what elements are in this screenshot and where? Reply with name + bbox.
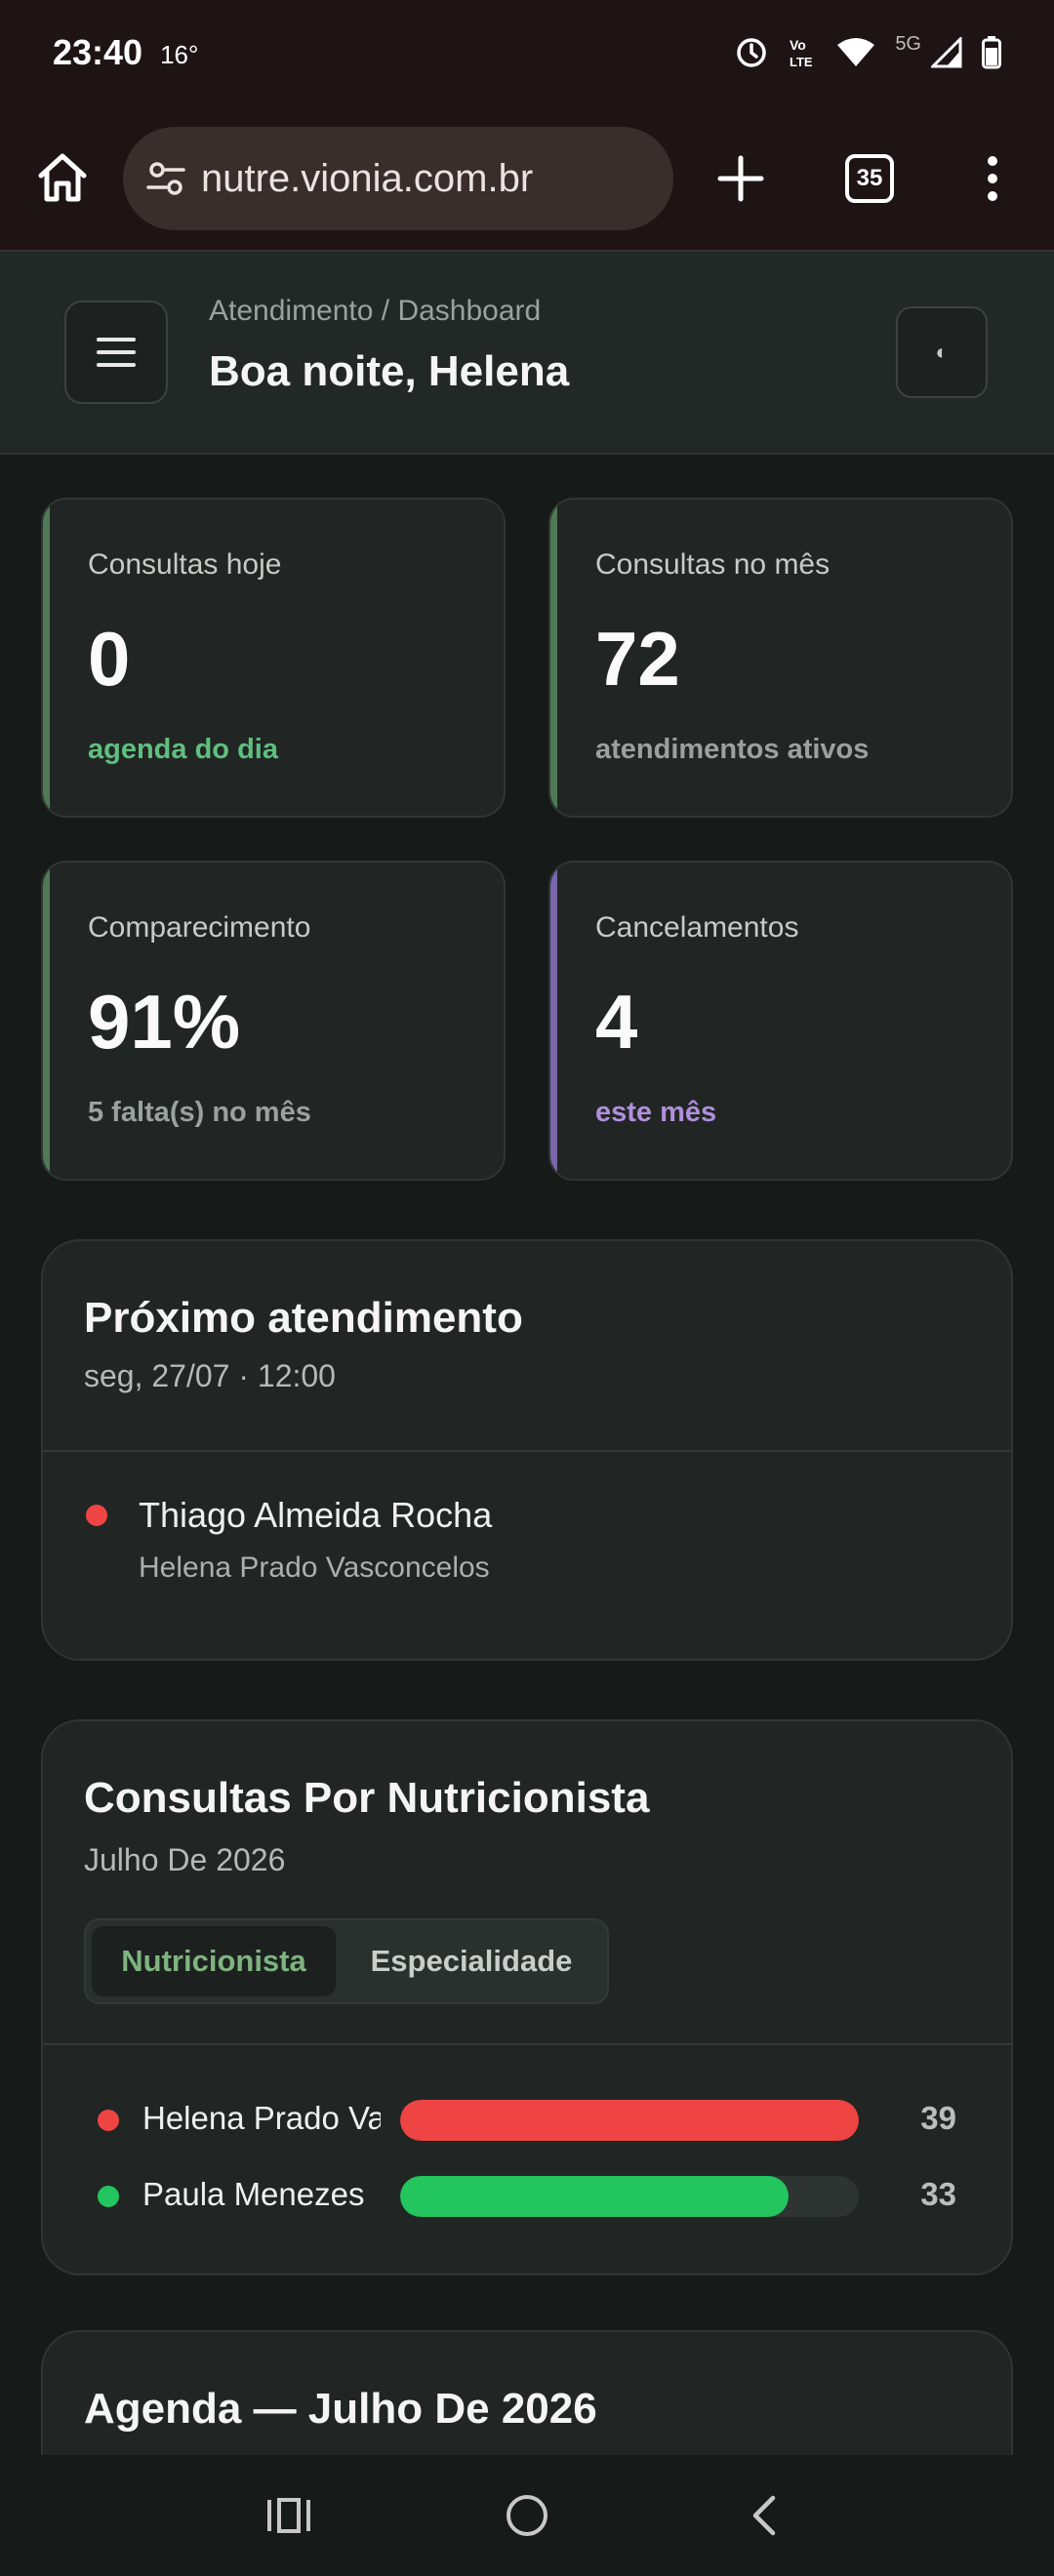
card-title: Agenda — Julho De 2026 — [84, 2385, 597, 2433]
bar-label: Helena Prado Vasconcelos — [142, 2100, 381, 2136]
browser-toolbar: nutre.vionia.com.br 35 — [0, 105, 1054, 252]
card-accent — [43, 500, 50, 816]
stat-card-cancelamentos: Cancelamentos 4 este mês — [548, 861, 1013, 1181]
tab-switcher-button[interactable]: 35 — [845, 154, 894, 203]
status-dot — [86, 1505, 107, 1526]
bar-track — [400, 2100, 859, 2141]
stat-sub: este mês — [595, 1097, 717, 1128]
theme-icon: ◐ — [935, 340, 949, 364]
bar-value: 39 — [920, 2100, 956, 2136]
group-by-toggle: Nutricionista Especialidade — [84, 1918, 609, 2004]
stat-label: Consultas hoje — [88, 548, 282, 581]
bar-value: 33 — [920, 2176, 956, 2212]
divider — [43, 2043, 1011, 2045]
patient-name[interactable]: Thiago Almeida Rocha — [139, 1495, 492, 1536]
by-nutritionist-card: Consultas Por Nutricionista Julho De 202… — [41, 1719, 1013, 2275]
divider — [43, 1450, 1011, 1452]
bar-row: Paula Menezes 33 — [43, 2172, 1011, 2221]
status-bar: 23:40 16° Vo LTE 5G — [0, 0, 1054, 105]
stat-card-consultas-mes: Consultas no mês 72 atendimentos ativos — [548, 498, 1013, 818]
tab-nutricionista[interactable]: Nutricionista — [92, 1926, 336, 1996]
breadcrumb: Atendimento / Dashboard — [209, 295, 542, 327]
more-menu-icon[interactable] — [976, 154, 1009, 203]
bar-row: Helena Prado Vasconcelos 39 — [43, 2096, 1011, 2145]
stat-sub: 5 falta(s) no mês — [88, 1097, 311, 1128]
nutritionist-name: Helena Prado Vasconcelos — [139, 1551, 490, 1584]
appointment-datetime: seg, 27/07 · 12:00 — [84, 1358, 336, 1393]
theme-toggle-button[interactable]: ◐ — [896, 306, 988, 398]
network-type: 5G — [895, 32, 921, 55]
stat-label: Comparecimento — [88, 911, 311, 944]
bar — [400, 2100, 859, 2141]
card-title: Próximo atendimento — [84, 1294, 523, 1342]
stat-value: 0 — [88, 616, 131, 702]
home-nav-icon[interactable] — [500, 2488, 554, 2543]
menu-button[interactable] — [64, 301, 168, 404]
card-period: Julho De 2026 — [84, 1842, 286, 1877]
legend-dot — [98, 2186, 119, 2207]
page-header: Atendimento / Dashboard Boa noite, Helen… — [0, 252, 1054, 455]
stat-label: Consultas no mês — [595, 548, 831, 581]
address-bar[interactable]: nutre.vionia.com.br — [123, 127, 673, 230]
system-nav-bar — [0, 2455, 1054, 2576]
stat-label: Cancelamentos — [595, 911, 799, 944]
hamburger-icon — [97, 338, 136, 367]
svg-text:LTE: LTE — [790, 55, 813, 69]
stat-value: 91% — [88, 979, 241, 1065]
card-title: Consultas Por Nutricionista — [84, 1774, 650, 1822]
battery-icon — [982, 36, 1001, 69]
site-settings-icon[interactable] — [144, 157, 187, 200]
bar-label: Paula Menezes — [142, 2176, 365, 2212]
status-icons: Vo LTE 5G — [735, 32, 1001, 69]
card-accent — [550, 863, 557, 1179]
alarm-icon — [737, 38, 767, 67]
bar — [400, 2176, 789, 2217]
bar-track — [400, 2176, 859, 2217]
back-icon[interactable] — [738, 2488, 792, 2543]
card-accent — [43, 863, 50, 1179]
card-accent — [550, 500, 557, 816]
svg-text:Vo: Vo — [790, 37, 806, 53]
volte-icon: Vo LTE — [790, 37, 813, 69]
home-icon[interactable] — [35, 150, 90, 205]
url-text: nutre.vionia.com.br — [201, 156, 534, 200]
stat-value: 4 — [595, 979, 638, 1065]
page-title: Boa noite, Helena — [209, 347, 570, 395]
temperature: 16° — [160, 39, 199, 69]
stat-card-consultas-hoje: Consultas hoje 0 agenda do dia — [41, 498, 506, 818]
clock: 23:40 — [53, 32, 143, 72]
stat-sub: agenda do dia — [88, 734, 278, 765]
signal-icon — [931, 37, 962, 68]
next-appointment-card: Próximo atendimento seg, 27/07 · 12:00 T… — [41, 1239, 1013, 1661]
tab-especialidade[interactable]: Especialidade — [342, 1926, 601, 1996]
new-tab-icon[interactable] — [716, 154, 765, 203]
wifi-icon — [837, 38, 875, 66]
recent-apps-icon[interactable] — [264, 2488, 314, 2543]
legend-dot — [98, 2110, 119, 2131]
stat-sub: atendimentos ativos — [595, 734, 870, 765]
stat-value: 72 — [595, 616, 680, 702]
stat-card-comparecimento: Comparecimento 91% 5 falta(s) no mês — [41, 861, 506, 1181]
